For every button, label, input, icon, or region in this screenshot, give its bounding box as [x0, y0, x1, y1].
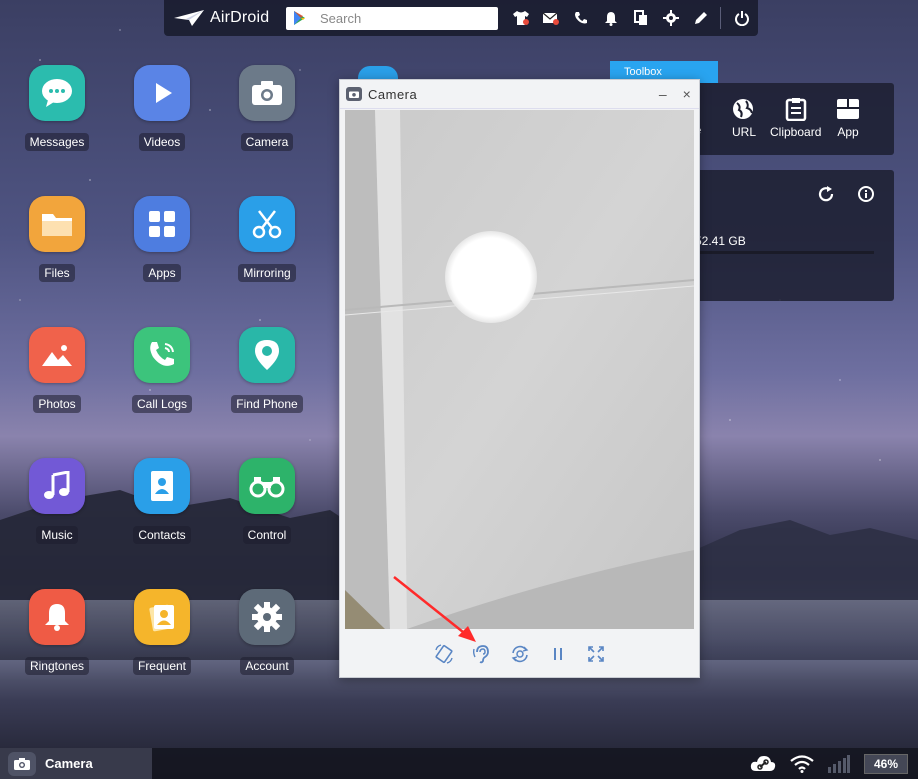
battery-indicator: 46% [864, 753, 908, 774]
cloud-link-icon[interactable] [750, 755, 776, 773]
folder-icon [29, 196, 85, 252]
camera-icon [239, 65, 295, 121]
tool-label: URL [731, 125, 756, 139]
paper-plane-icon [174, 10, 204, 26]
ear-icon[interactable] [472, 644, 492, 664]
app-ringtones[interactable]: Ringtones [12, 589, 102, 675]
camera-window-titlebar[interactable]: Camera – × [340, 80, 699, 109]
app-videos[interactable]: Videos [117, 65, 207, 151]
airdroid-logo[interactable]: AirDroid [174, 9, 286, 27]
storage-panel: 52.41 GB [683, 170, 894, 301]
app-label: Music [36, 526, 78, 544]
binoculars-icon [239, 458, 295, 514]
account-gear-icon [239, 589, 295, 645]
taskbar-camera-icon [8, 751, 36, 776]
app-frequent[interactable]: Frequent [117, 589, 207, 675]
camera-window-title: Camera [368, 86, 418, 102]
app-label: Frequent [132, 657, 192, 675]
close-button[interactable]: × [675, 80, 699, 109]
messages-icon [29, 65, 85, 121]
call-logs-icon [134, 327, 190, 383]
app-mirroring[interactable]: Mirroring [222, 196, 312, 282]
fullscreen-icon[interactable] [586, 644, 606, 664]
app-label: Account [240, 657, 294, 675]
taskbar: Camera 46% [0, 748, 918, 779]
app-label: Messages [24, 133, 90, 151]
google-play-icon [294, 11, 305, 25]
tool-url[interactable]: URL [731, 97, 757, 139]
info-icon[interactable] [857, 185, 875, 203]
wifi-icon [790, 754, 814, 773]
app-label: Contacts [133, 526, 191, 544]
toolbox-panel: e URL Clipboard App [683, 83, 894, 155]
app-files[interactable]: Files [12, 196, 102, 282]
clipboard-icon [785, 98, 806, 121]
app-label: Ringtones [24, 657, 90, 675]
app-label: Apps [143, 264, 181, 282]
gear-icon[interactable] [656, 0, 686, 36]
signal-icon [828, 754, 850, 773]
search-box[interactable] [286, 6, 498, 30]
camera-small-icon [346, 87, 362, 101]
app-call-logs[interactable]: Call Logs [117, 327, 207, 413]
minimize-button[interactable]: – [651, 80, 675, 109]
edit-icon[interactable] [686, 0, 716, 36]
hidden-app-icon[interactable] [358, 66, 398, 80]
camera-feed [345, 110, 694, 629]
app-messages[interactable]: Messages [12, 65, 102, 151]
tool-clipboard[interactable]: Clipboard [770, 97, 821, 139]
location-pin-icon [239, 327, 295, 383]
toolbar-divider [720, 7, 721, 29]
app-label: Find Phone [231, 395, 303, 413]
pause-icon[interactable] [548, 644, 568, 664]
storage-bar [695, 251, 874, 254]
taskbar-camera-item[interactable]: Camera [0, 748, 152, 779]
tool-label: Clipboard [770, 125, 822, 139]
logo-text: AirDroid [210, 9, 270, 26]
app-label: Camera [240, 133, 294, 151]
top-toolbar: AirDroid [164, 0, 758, 36]
app-box-icon [837, 99, 859, 119]
tool-label: App [837, 125, 859, 139]
camera-controls [340, 630, 699, 677]
app-label: Videos [138, 133, 186, 151]
tool-app[interactable]: App [836, 97, 860, 139]
photos-icon [29, 327, 85, 383]
app-label: Files [39, 264, 75, 282]
app-photos[interactable]: Photos [12, 327, 102, 413]
music-note-icon [29, 458, 85, 514]
app-apps[interactable]: Apps [117, 196, 207, 282]
app-find-phone[interactable]: Find Phone [222, 327, 312, 413]
sms-icon[interactable] [536, 0, 566, 36]
frequent-contacts-icon [134, 589, 190, 645]
app-account[interactable]: Account [222, 589, 312, 675]
tshirt-icon[interactable] [506, 0, 536, 36]
app-camera[interactable]: Camera [222, 65, 312, 151]
bell-icon[interactable] [596, 0, 626, 36]
switch-camera-icon[interactable] [510, 644, 530, 664]
app-music[interactable]: Music [12, 458, 102, 544]
phone-icon[interactable] [566, 0, 596, 36]
scissors-icon [239, 196, 295, 252]
taskbar-camera-label: Camera [45, 756, 93, 771]
search-input[interactable] [320, 10, 490, 26]
app-label: Mirroring [238, 264, 296, 282]
copy-icon[interactable] [626, 0, 656, 36]
refresh-icon[interactable] [817, 185, 835, 203]
app-label: Photos [33, 395, 81, 413]
app-control[interactable]: Control [222, 458, 312, 544]
app-contacts[interactable]: Contacts [117, 458, 207, 544]
app-label: Control [242, 526, 292, 544]
videos-icon [134, 65, 190, 121]
power-icon[interactable] [727, 0, 757, 36]
camera-feed-image [345, 110, 694, 629]
globe-icon [733, 99, 753, 119]
apps-grid-icon [134, 196, 190, 252]
ringtone-bell-icon [29, 589, 85, 645]
contacts-book-icon [134, 458, 190, 514]
rotate-icon[interactable] [434, 643, 454, 664]
app-label: Call Logs [131, 395, 193, 413]
camera-window: Camera – × [339, 79, 700, 678]
storage-text: 52.41 GB [695, 234, 746, 248]
